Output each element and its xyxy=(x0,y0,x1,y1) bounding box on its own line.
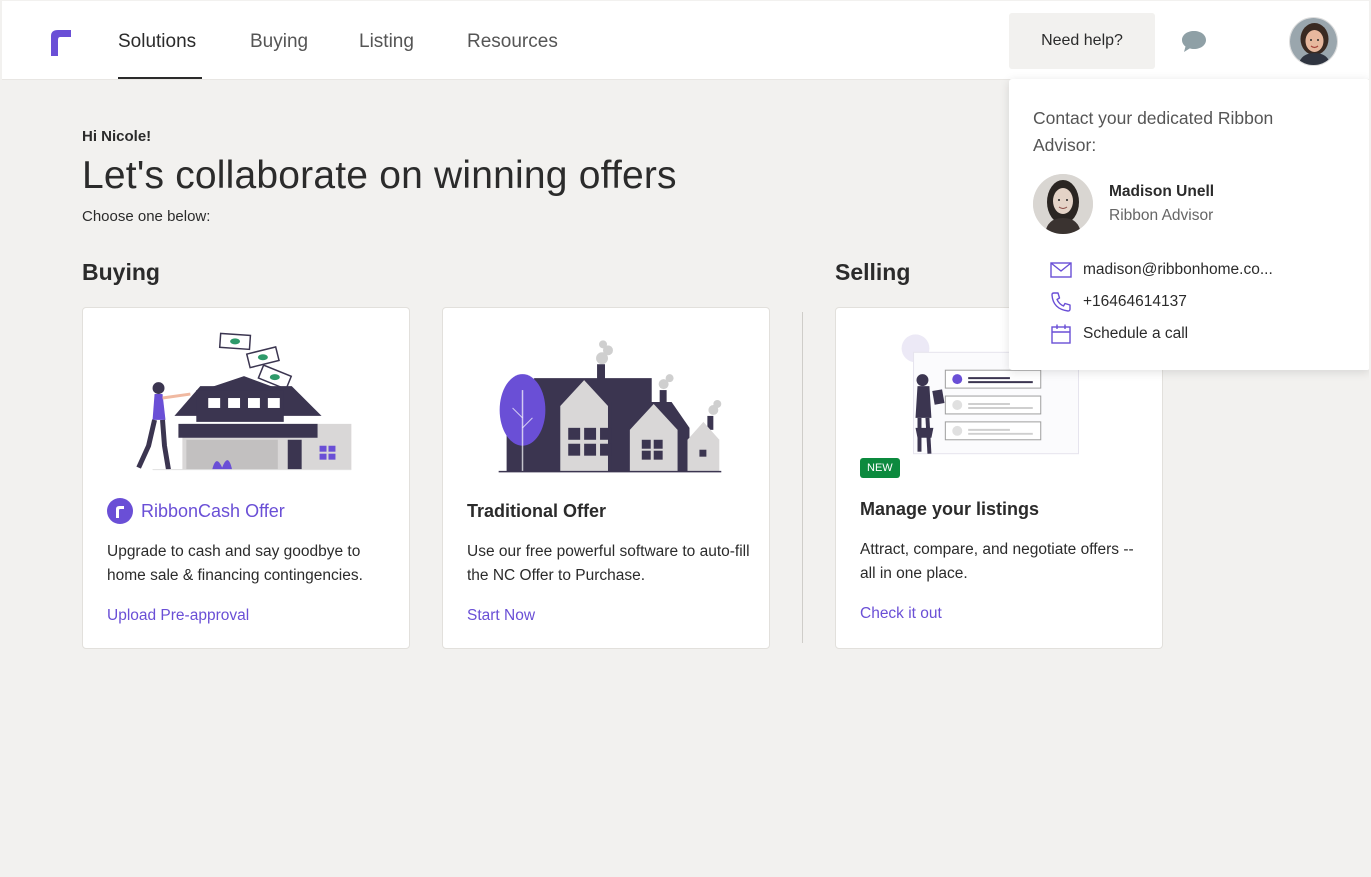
schedule-call-label: Schedule a call xyxy=(1083,325,1189,342)
page-title: Let's collaborate on winning offers xyxy=(82,154,677,197)
advisor-name: Madison Unell xyxy=(1109,183,1215,200)
card-title[interactable]: Traditional Offer xyxy=(467,501,606,522)
top-nav-bar: Solutions Buying Listing Resources Need … xyxy=(2,1,1369,80)
nav-solutions[interactable]: Solutions xyxy=(118,31,196,53)
section-title-buying: Buying xyxy=(82,259,160,285)
new-badge: NEW xyxy=(860,458,900,478)
help-popover: Contact your dedicated Ribbon Advisor: M… xyxy=(1009,79,1369,370)
start-now-link[interactable]: Start Now xyxy=(467,607,535,625)
ribboncash-offer-card[interactable]: RibbonCash Offer Upgrade to cash and say… xyxy=(82,307,410,649)
ribbon-r-glyph xyxy=(116,506,124,518)
section-divider xyxy=(802,312,803,643)
house-money-illustration xyxy=(136,332,352,471)
user-avatar[interactable] xyxy=(1289,17,1338,66)
mail-icon xyxy=(1050,262,1072,278)
card-title[interactable]: Manage your listings xyxy=(860,499,1039,520)
advisor-email-link[interactable]: madison@ribbonhome.co... xyxy=(1049,258,1273,282)
section-title-selling: Selling xyxy=(835,259,911,285)
need-help-button[interactable]: Need help? xyxy=(1009,13,1155,69)
user-avatar-image xyxy=(1290,18,1337,65)
card-description: Upgrade to cash and say goodbye to home … xyxy=(107,543,363,584)
chat-icon[interactable] xyxy=(1180,29,1208,55)
nav-listing[interactable]: Listing xyxy=(359,31,414,53)
ribbon-logo-icon xyxy=(107,498,133,524)
advisor-role: Ribbon Advisor xyxy=(1109,207,1214,224)
popover-heading: Contact your dedicated Ribbon Advisor: xyxy=(1033,108,1274,155)
houses-illustration xyxy=(498,340,722,473)
traditional-offer-card[interactable]: Traditional Offer Use our free powerful … xyxy=(442,307,770,649)
page-subtitle: Choose one below: xyxy=(82,208,211,225)
active-nav-indicator xyxy=(118,77,202,79)
check-it-out-link[interactable]: Check it out xyxy=(860,605,942,623)
card-description: Use our free powerful software to auto-f… xyxy=(467,543,750,584)
advisor-email: madison@ribbonhome.co... xyxy=(1083,261,1273,278)
advisor-avatar xyxy=(1033,174,1093,234)
advisor-avatar-image xyxy=(1033,174,1093,234)
phone-icon xyxy=(1051,292,1071,312)
app-window: Solutions Buying Listing Resources Need … xyxy=(2,1,1369,876)
advisor-phone: +16464614137 xyxy=(1083,293,1187,310)
nav-resources[interactable]: Resources xyxy=(467,31,558,53)
nav-buying[interactable]: Buying xyxy=(250,31,308,53)
advisor-phone-link[interactable]: +16464614137 xyxy=(1049,290,1187,314)
greeting: Hi Nicole! xyxy=(82,128,152,145)
card-title[interactable]: RibbonCash Offer xyxy=(141,501,285,522)
upload-pre-approval-link[interactable]: Upload Pre-approval xyxy=(107,607,249,625)
ribbon-logo-icon[interactable] xyxy=(46,26,76,58)
card-description: Attract, compare, and negotiate offers -… xyxy=(860,541,1134,582)
calendar-icon xyxy=(1051,324,1071,344)
schedule-call-link[interactable]: Schedule a call xyxy=(1049,322,1188,346)
